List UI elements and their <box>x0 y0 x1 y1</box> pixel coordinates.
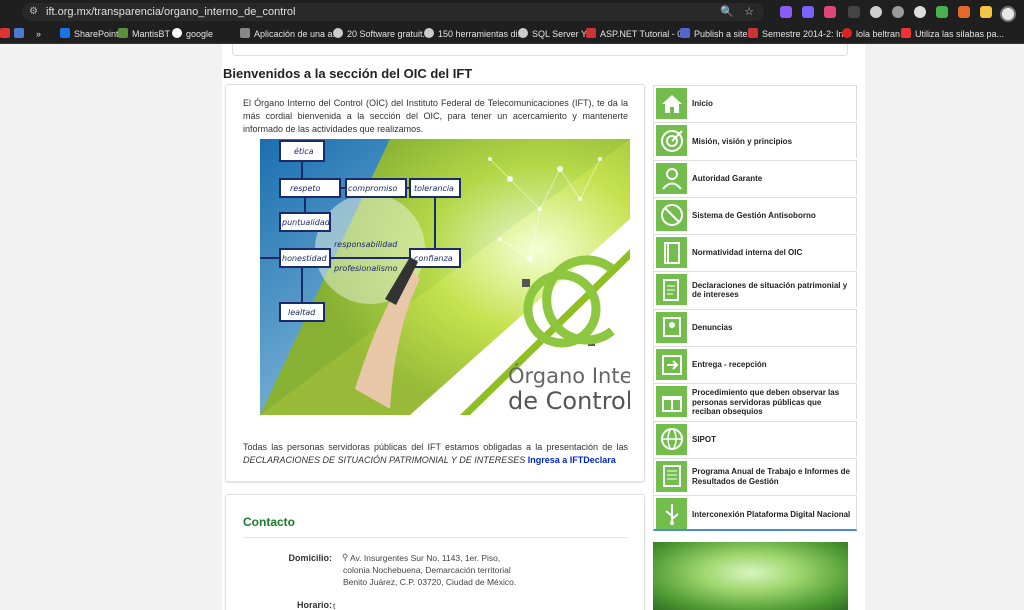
outro-italic-text: DECLARACIONES DE SITUACIÓN PATRIMONIAL Y… <box>243 455 526 465</box>
banner-script-text: responsabilidad <box>334 240 398 249</box>
menu-item-obsequios[interactable]: Procedimiento que deben observar las per… <box>653 383 857 420</box>
home-icon <box>656 88 687 119</box>
menu-item-inicio[interactable]: Inicio <box>653 85 857 121</box>
outro-paragraph: Todas las personas servidoras públicas d… <box>243 441 628 467</box>
globe-icon <box>656 423 687 455</box>
extension-icon[interactable] <box>824 6 836 18</box>
web-page: Bienvenidos a la sección del OIC del IFT… <box>0 44 1024 610</box>
bookmark-icon[interactable] <box>14 24 28 44</box>
extension-icon[interactable] <box>958 6 970 18</box>
person-icon <box>656 162 687 194</box>
menu-item-entrega-recepcion[interactable]: Entrega - recepción <box>653 346 857 383</box>
domicilio-label: Domicilio: <box>288 553 332 563</box>
extensions-area <box>772 3 1024 22</box>
banner-box-label: compromiso <box>348 184 398 193</box>
oic-sidebar-menu: Inicio Misión, visión y principios Autor… <box>653 85 857 533</box>
page-title: Bienvenidos a la sección del OIC del IFT <box>223 66 473 81</box>
top-strip <box>232 44 848 56</box>
bookmark-lola[interactable]: lola beltran <box>842 24 900 44</box>
banner-box-label: lealtad <box>288 308 316 317</box>
banner-box-label: honestidad <box>282 254 327 263</box>
bookmarks-bar: » SharePoint MantisBT google Aplicación … <box>0 24 1024 44</box>
bookmark-icon[interactable] <box>0 24 14 44</box>
bookmark-mantisbt[interactable]: MantisBT <box>118 24 170 44</box>
extension-icon[interactable] <box>780 6 792 18</box>
extension-icon[interactable] <box>980 6 992 18</box>
banner-box-label: puntualidad <box>281 218 331 227</box>
banner-box-label: tolerancia <box>414 184 454 193</box>
banner-script-text: profesionalismo <box>333 264 398 273</box>
extension-icon[interactable] <box>870 6 882 18</box>
domicilio-value: Av. Insurgentes Sur No. 1143, 1er. Piso, <box>350 553 501 563</box>
iftdeclara-link[interactable]: Ingresa a IFTDeclara <box>528 455 616 465</box>
location-pin-icon: ⚲ <box>342 552 349 562</box>
target-icon <box>656 125 687 157</box>
contact-card: Contacto Domicilio: ⚲ Av. Insurgentes Su… <box>225 494 645 610</box>
no-bribe-icon <box>656 199 687 231</box>
sidebar-banner-image[interactable] <box>653 542 848 610</box>
contact-title: Contacto <box>243 515 295 529</box>
menu-item-antisoborno[interactable]: Sistema de Gestión Antisoborno <box>653 196 857 233</box>
declaration-icon <box>656 274 687 306</box>
banner-box-label: confianza <box>414 254 453 263</box>
banner-logo-line1: Órgano Interno <box>508 363 630 388</box>
address-bar[interactable]: ⚙ ift.org.mx/transparencia/organo_intern… <box>22 3 764 21</box>
address-text: ift.org.mx/transparencia/organo_interno_… <box>46 6 296 18</box>
extension-icon[interactable] <box>936 6 948 18</box>
menu-item-plataforma-digital[interactable]: Interconexión Plataforma Digital Naciona… <box>653 495 857 532</box>
horario-value: t <box>333 601 336 610</box>
menu-item-programa-anual[interactable]: Programa Anual de Trabajo e Informes de … <box>653 457 857 494</box>
extension-icon[interactable] <box>848 6 860 18</box>
oic-banner: ética respeto compromiso tolerancia punt… <box>260 139 630 415</box>
bookmark-silabas[interactable]: Utiliza las silabas pa... <box>901 24 1004 44</box>
bookmarks-overflow-icon[interactable]: » <box>36 24 41 44</box>
menu-item-normatividad[interactable]: Normatividad interna del OIC <box>653 234 857 271</box>
zoom-icon[interactable]: 🔍 <box>720 3 734 21</box>
domicilio-value: colonia Nochebuena, Demarcación territor… <box>343 565 517 587</box>
profile-avatar[interactable] <box>1000 6 1016 22</box>
bookmark-software[interactable]: 20 Software gratuit... <box>333 24 430 44</box>
report-icon <box>656 460 687 492</box>
bookmark-semestre[interactable]: Semestre 2014-2: In... <box>748 24 851 44</box>
banner-logo-line2: de Control <box>508 387 630 415</box>
usb-icon <box>656 498 687 530</box>
menu-item-autoridad-garante[interactable]: Autoridad Garante <box>653 159 857 196</box>
site-info-icon[interactable]: ⚙ <box>29 3 38 21</box>
banner-box-label: respeto <box>290 184 321 193</box>
banner-box-label: ética <box>294 146 314 156</box>
menu-item-denuncias[interactable]: Denuncias <box>653 308 857 345</box>
bookmark-star-icon[interactable]: ☆ <box>744 3 754 21</box>
intro-text: El Órgano Interno del Control (OIC) del … <box>243 98 628 134</box>
bookmark-aspnet[interactable]: ASP.NET Tutorial - 0... <box>586 24 690 44</box>
menu-item-declaraciones[interactable]: Declaraciones de situación patrimonial y… <box>653 271 857 308</box>
book-icon <box>656 237 687 269</box>
bookmark-google[interactable]: google <box>172 24 213 44</box>
bookmark-publish[interactable]: Publish a site <box>680 24 748 44</box>
extension-icon[interactable] <box>914 6 926 18</box>
complaint-icon <box>656 311 687 343</box>
bookmark-sqlserver[interactable]: SQL Server Ya <box>518 24 591 44</box>
horario-label: Horario: <box>296 600 332 610</box>
menu-item-sipot[interactable]: SIPOT <box>653 420 857 457</box>
gift-icon <box>656 386 687 418</box>
divider <box>243 537 628 538</box>
welcome-card: El Órgano Interno del Control (OIC) del … <box>225 84 645 482</box>
menu-item-mision[interactable]: Misión, visión y principios <box>653 122 857 159</box>
browser-toolbar: ⚙ ift.org.mx/transparencia/organo_intern… <box>0 0 1024 24</box>
handover-icon <box>656 349 687 381</box>
outro-text: Todas las personas servidoras públicas d… <box>243 442 628 452</box>
extension-icon[interactable] <box>892 6 904 18</box>
bookmark-sharepoint[interactable]: SharePoint <box>60 24 119 44</box>
bookmark-aplicacion[interactable]: Aplicación de una a... <box>240 24 340 44</box>
bookmark-herramientas[interactable]: 150 herramientas di... <box>424 24 525 44</box>
extension-icon[interactable] <box>802 6 814 18</box>
oic-banner-image: ética respeto compromiso tolerancia punt… <box>260 139 630 415</box>
